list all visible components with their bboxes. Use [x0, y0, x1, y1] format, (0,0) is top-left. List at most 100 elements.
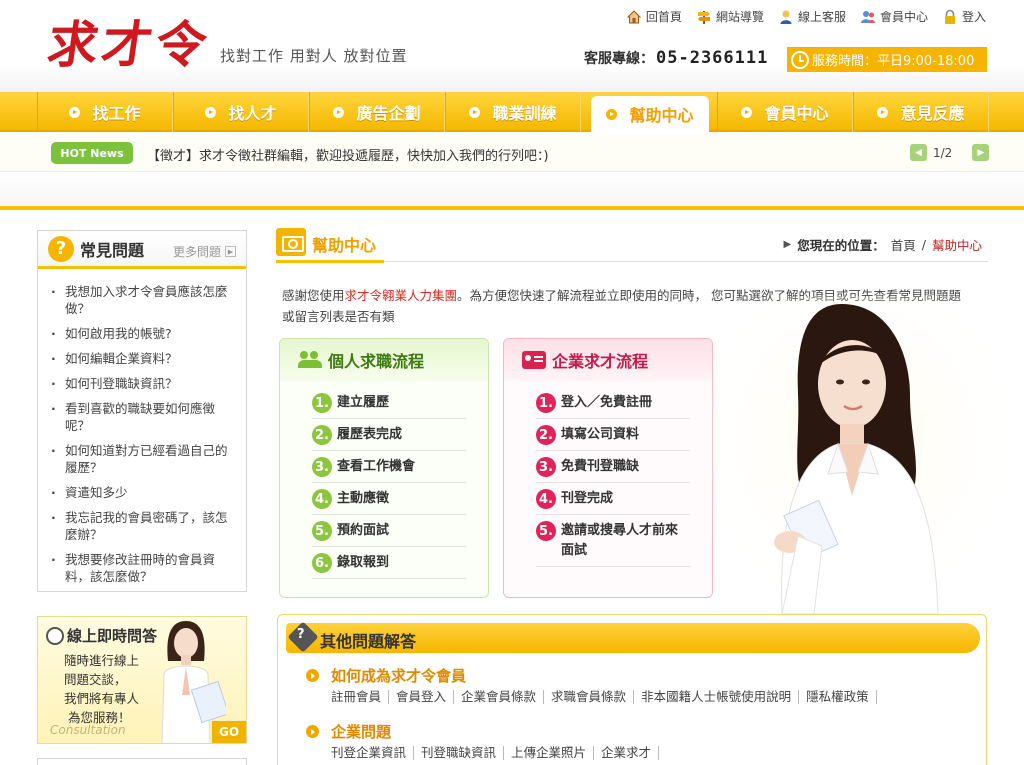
- faq-item[interactable]: 如何知道對方已經看過自己的履歷？: [50, 442, 234, 476]
- signpost-icon: [696, 9, 712, 25]
- faq-link[interactable]: 企業會員條款: [454, 690, 545, 704]
- category-company[interactable]: 企業問題: [306, 721, 391, 742]
- step-label: 免費刊登職缺: [561, 459, 640, 474]
- personal-step[interactable]: 1. 建立履歷: [312, 387, 466, 419]
- faq-link[interactable]: 刊登職缺資訊: [414, 746, 505, 760]
- personal-step[interactable]: 6. 錄取報到: [312, 547, 466, 579]
- top-link-support[interactable]: 線上客服: [778, 8, 846, 25]
- next-arrow-icon[interactable]: ▶: [972, 144, 990, 161]
- breadcrumb-home[interactable]: 首頁: [891, 235, 916, 254]
- live-chat-line: 問題交談，: [64, 672, 127, 687]
- hot-news-bar: HOT News 【徵才】求才令徵社群編輯，歡迎投遞履歷，快快加入我們的行列吧：…: [0, 134, 1024, 172]
- play-bullet-icon: [606, 108, 618, 120]
- top-link-login[interactable]: 登入: [942, 8, 986, 25]
- step-number-icon: 2.: [312, 425, 332, 445]
- step-number-icon: 5.: [312, 521, 332, 541]
- faq-link[interactable]: 隱私權政策: [799, 690, 877, 704]
- live-chat-text: 隨時進行線上 問題交談， 我們將有專人 為您服務！: [64, 651, 139, 727]
- company-step[interactable]: 5. 邀請或搜尋人才前來面試: [536, 515, 690, 567]
- faq-link[interactable]: 求職會員條款: [544, 690, 635, 704]
- prev-arrow-icon[interactable]: ◀: [910, 144, 927, 161]
- title-underline: [276, 260, 384, 263]
- faq-link[interactable]: 企業求才: [594, 746, 660, 760]
- faq-item[interactable]: 如何編輯企業資料？: [50, 350, 234, 367]
- step-label: 登入／免費註冊: [561, 395, 653, 410]
- faq-link[interactable]: 註冊會員: [331, 690, 390, 704]
- faq-item[interactable]: 我想要修改註冊時的會員資料，該怎麼做？: [50, 551, 234, 585]
- play-bullet-icon: [306, 669, 319, 682]
- support-agent-icon: [778, 9, 794, 25]
- intro-company-name: 求才令翱業人力集團: [344, 288, 458, 303]
- service-phone: 05-2366111: [656, 48, 769, 68]
- main-nav: 找工作 找人才 廣告企劃 職業訓練 幫助中心 會員中心 意見反應: [0, 92, 1024, 132]
- top-link-home[interactable]: 回首頁: [626, 8, 682, 25]
- top-link-member[interactable]: 會員中心: [860, 8, 928, 25]
- faq-header: ? 常見問題 更多問題 ▶: [38, 231, 246, 269]
- category-membership[interactable]: 如何成為求才令會員: [306, 665, 466, 686]
- top-link-label: 網站導覽: [715, 10, 764, 24]
- service-label: 客服專線：: [584, 51, 654, 67]
- smile-icon: [46, 626, 64, 645]
- site-logo[interactable]: 求才令: [44, 14, 215, 76]
- company-step[interactable]: 2. 填寫公司資料: [536, 419, 690, 451]
- site-header: 求才令 找對工作 用對人 放對位置 回首頁 網站導覽 線上客服 會員中心 登入 …: [0, 0, 1024, 92]
- personal-step[interactable]: 3. 查看工作機會: [312, 451, 466, 483]
- breadcrumb-current: 幫助中心: [931, 238, 982, 253]
- id-card-icon: [522, 351, 546, 369]
- personal-step[interactable]: 2. 履歷表完成: [312, 419, 466, 451]
- step-label: 履歷表完成: [337, 427, 403, 442]
- question-mark-icon: ?: [297, 627, 305, 642]
- top-links: 回首頁 網站導覽 線上客服 會員中心 登入: [626, 8, 986, 25]
- company-steps: 1. 登入／免費註冊 2. 填寫公司資料 3. 免費刊登職缺 4. 刊登完成 5. 邀請或…: [504, 381, 712, 567]
- go-button[interactable]: GO: [212, 721, 246, 743]
- nav-feedback[interactable]: 意見反應: [853, 92, 989, 132]
- nav-find-talent[interactable]: 找人才: [173, 92, 309, 132]
- hot-news-badge: HOT News: [51, 142, 133, 164]
- live-chat-title-text: 線上即時問答: [67, 627, 158, 645]
- step-label: 填寫公司資料: [561, 427, 640, 442]
- service-hours-text: 服務時間：平日9:00-18:00: [812, 54, 975, 69]
- faq-link[interactable]: 上傳企業照片: [504, 746, 595, 760]
- personal-step[interactable]: 4. 主動應徵: [312, 483, 466, 515]
- nav-find-job[interactable]: 找工作: [37, 92, 173, 132]
- logo-area[interactable]: 求才令 找對工作 用對人 放對位置: [44, 14, 408, 76]
- page-title: 幫助中心: [312, 236, 377, 255]
- faq-item[interactable]: 看到喜歡的職缺要如何應徵呢？: [50, 400, 234, 434]
- company-step[interactable]: 1. 登入／免費註冊: [536, 387, 690, 419]
- step-number-icon: 1.: [312, 393, 332, 413]
- step-number-icon: 4.: [312, 489, 332, 509]
- faq-link[interactable]: 會員登入: [389, 690, 455, 704]
- company-flow-title: 企業求才流程: [552, 352, 649, 371]
- breadcrumb: ▶ 您現在的位置： 首頁 / 幫助中心: [784, 235, 982, 254]
- step-label: 邀請或搜尋人才前來面試: [561, 523, 679, 558]
- faq-item[interactable]: 如何刊登職缺資訊？: [50, 375, 234, 392]
- faq-item[interactable]: 我忘記我的會員密碼了，該怎麼辦？: [50, 509, 234, 543]
- nav-advertising[interactable]: 廣告企劃: [309, 92, 445, 132]
- breadcrumb-arrow-icon: ▶: [783, 239, 792, 250]
- hot-news-text[interactable]: 【徵才】求才令徵社群編輯，歡迎投遞履歷，快快加入我們的行列吧：): [147, 145, 549, 164]
- live-chat-banner[interactable]: 線上即時問答 隨時進行線上 問題交談， 我們將有專人 為您服務！ Consult…: [37, 616, 247, 744]
- play-bullet-icon: [333, 106, 345, 118]
- clock-icon: [791, 50, 809, 69]
- breadcrumb-label: 您現在的位置：: [797, 238, 885, 253]
- faq-more-link[interactable]: 更多問題 ▶: [173, 243, 236, 260]
- faq-link[interactable]: 刊登企業資訊: [331, 746, 415, 760]
- faq-item[interactable]: 我想加入求才令會員應該怎麼做？: [50, 283, 234, 317]
- nav-help-center[interactable]: 幫助中心: [591, 96, 709, 132]
- nav-member-center[interactable]: 會員中心: [717, 92, 853, 132]
- faq-item[interactable]: 資遣知多少: [50, 484, 234, 501]
- faq-link[interactable]: 非本國籍人士帳號使用說明: [634, 690, 800, 704]
- company-step[interactable]: 3. 免費刊登職缺: [536, 451, 690, 483]
- faq-item[interactable]: 如何啟用我的帳號?: [50, 325, 234, 342]
- step-number-icon: 4.: [536, 489, 556, 509]
- top-link-sitemap[interactable]: 網站導覽: [696, 8, 764, 25]
- personal-step[interactable]: 5. 預約面試: [312, 515, 466, 547]
- step-label: 主動應徵: [337, 491, 390, 506]
- top-link-label: 回首頁: [645, 10, 682, 24]
- step-number-icon: 5.: [536, 521, 556, 541]
- top-link-label: 線上客服: [797, 10, 846, 24]
- company-step[interactable]: 4. 刊登完成: [536, 483, 690, 515]
- play-bullet-icon: [877, 106, 889, 118]
- arrow-right-icon: ▶: [225, 246, 236, 257]
- nav-training[interactable]: 職業訓練: [445, 92, 581, 132]
